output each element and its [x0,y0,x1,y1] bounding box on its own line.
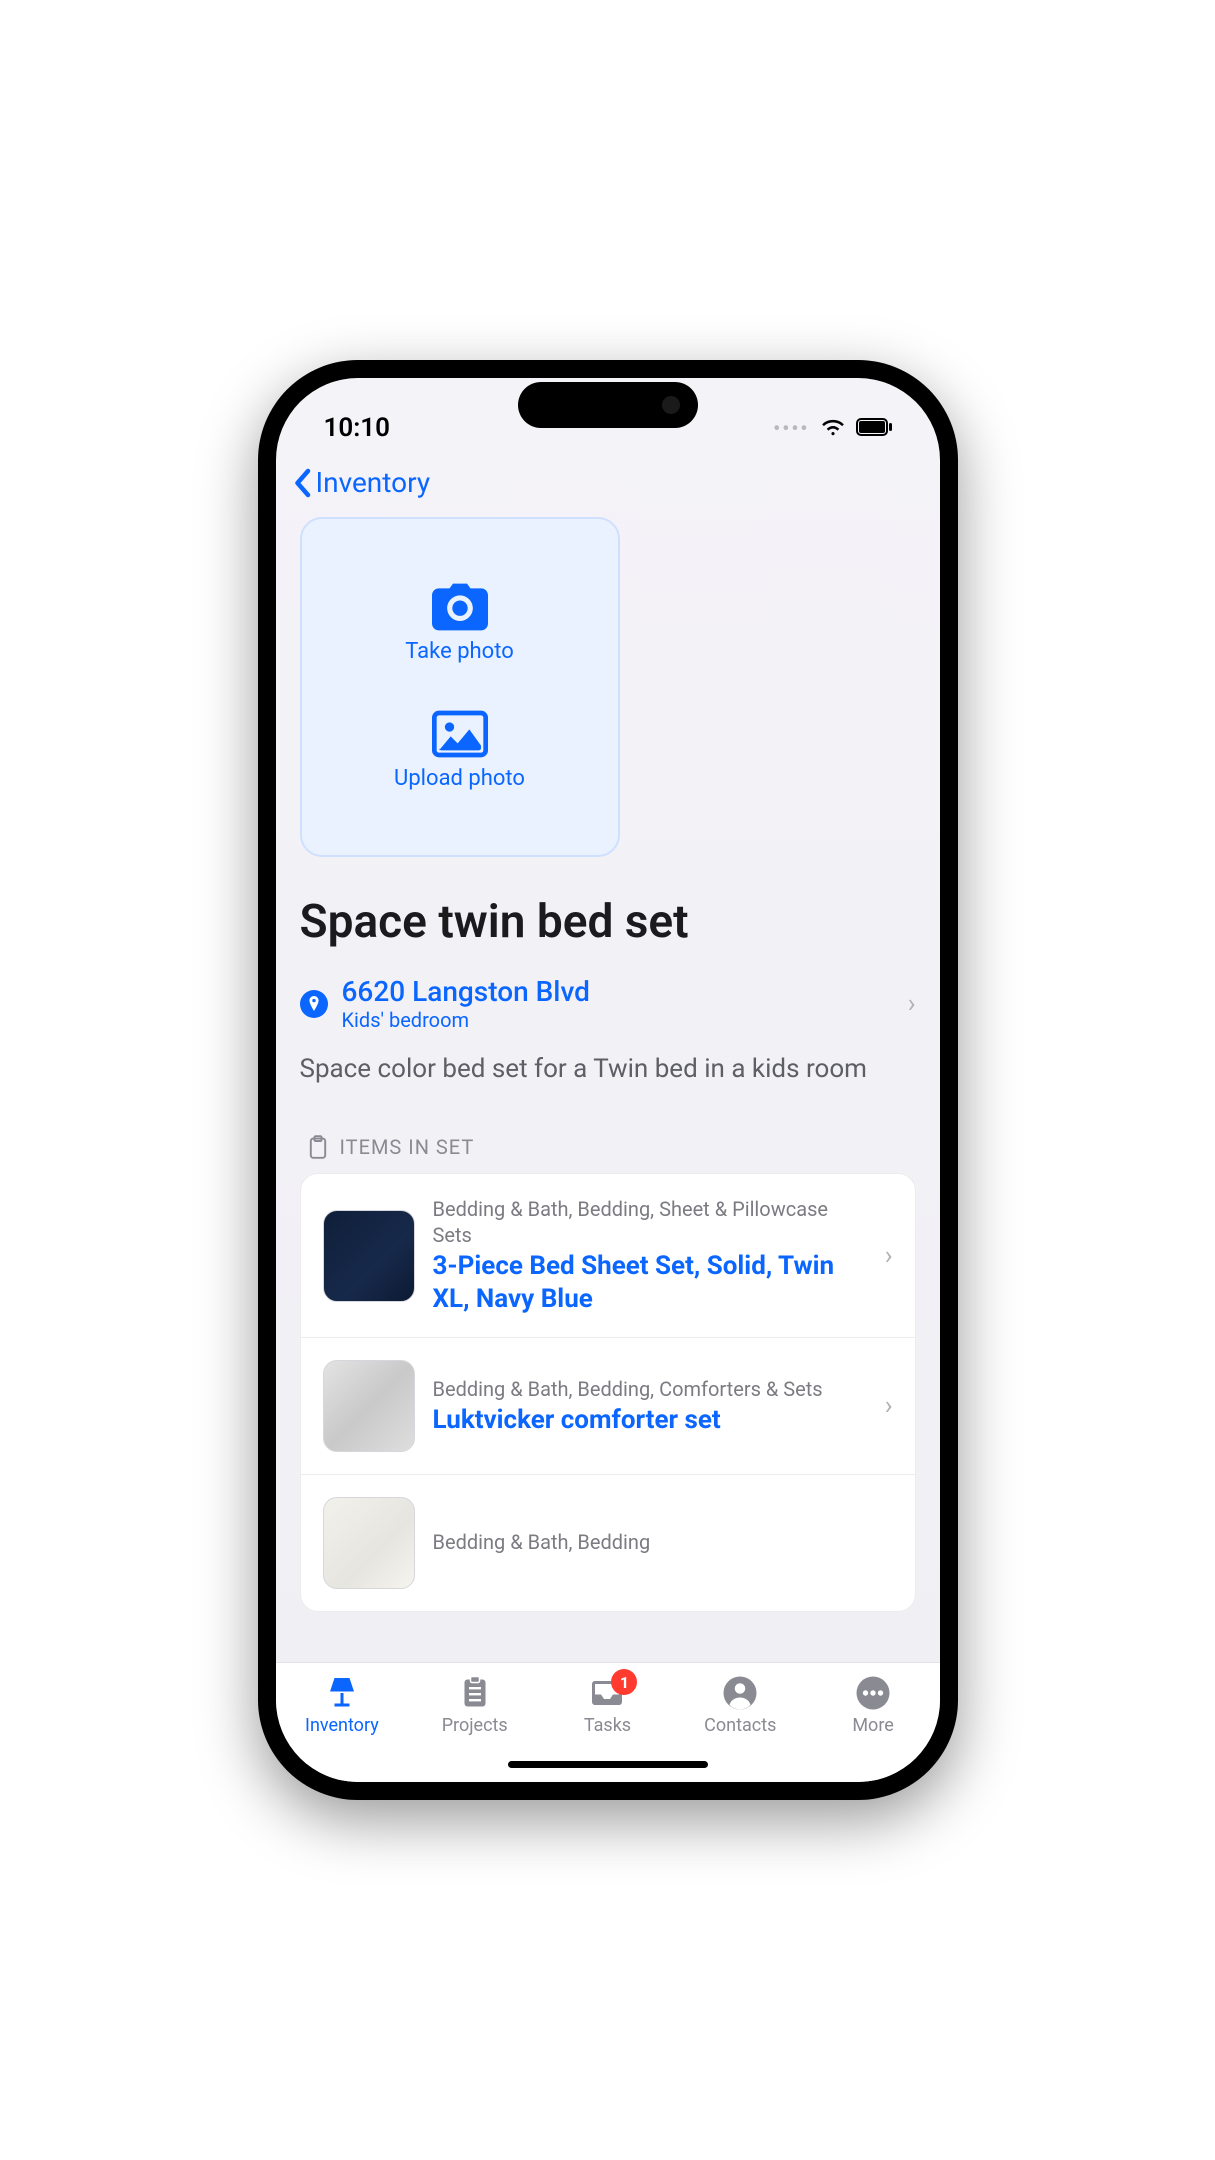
tab-label: Tasks [584,1715,631,1736]
chevron-right-icon: › [885,1391,893,1421]
location-pin-icon [300,990,328,1018]
back-button[interactable]: Inventory [292,466,431,499]
home-indicator[interactable] [508,1761,708,1768]
item-title: Space twin bed set [300,895,916,949]
location-address: 6620 Langston Blvd [342,975,894,1008]
take-photo-button[interactable]: Take photo [405,583,514,664]
chevron-left-icon [292,468,312,498]
items-section-header: ITEMS IN SET [300,1135,916,1159]
list-item[interactable]: Bedding & Bath, Bedding [301,1475,915,1611]
tab-contacts[interactable]: Contacts [690,1675,790,1736]
list-item[interactable]: Bedding & Bath, Bedding, Sheet & Pillowc… [301,1174,915,1338]
location-room: Kids' bedroom [342,1008,894,1032]
photo-card: Take photo Upload photo [300,517,620,857]
status-time: 10:10 [324,413,391,443]
tab-label: More [852,1715,893,1736]
tab-tasks[interactable]: 1 Tasks [557,1675,657,1736]
device-notch [518,382,698,428]
ellipsis-circle-icon [855,1675,891,1711]
tasks-badge: 1 [611,1669,637,1695]
tab-projects[interactable]: Projects [425,1675,525,1736]
item-text: Bedding & Bath, Bedding [433,1529,893,1557]
wifi-icon [820,413,846,443]
clipboard-icon [308,1135,328,1159]
chevron-right-icon: › [885,1241,893,1271]
nav-bar: Inventory [276,458,940,517]
item-name: Luktvicker comforter set [433,1404,867,1437]
lamp-icon [324,1675,360,1711]
screen: 10:10 •••• Inventory [276,378,940,1782]
upload-photo-button[interactable]: Upload photo [394,710,525,791]
location-text: 6620 Langston Blvd Kids' bedroom [342,975,894,1032]
tab-label: Projects [442,1715,508,1736]
clipboard-list-icon [457,1675,493,1711]
item-thumbnail [323,1360,415,1452]
battery-icon [856,413,892,443]
take-photo-label: Take photo [405,639,514,664]
image-icon [432,710,488,758]
tab-more[interactable]: More [823,1675,923,1736]
item-category: Bedding & Bath, Bedding [433,1529,893,1555]
item-name: 3-Piece Bed Sheet Set, Solid, Twin XL, N… [433,1250,867,1315]
camera-icon [432,583,488,631]
upload-photo-label: Upload photo [394,766,525,791]
tab-inventory[interactable]: Inventory [292,1675,392,1736]
chevron-right-icon: › [908,989,916,1019]
location-row[interactable]: 6620 Langston Blvd Kids' bedroom › [300,975,916,1032]
items-header-label: ITEMS IN SET [340,1135,475,1159]
item-category: Bedding & Bath, Bedding, Sheet & Pillowc… [433,1196,867,1248]
cellular-dots-icon: •••• [773,416,809,440]
tab-label: Contacts [704,1715,776,1736]
item-text: Bedding & Bath, Bedding, Comforters & Se… [433,1376,867,1437]
phone-frame: 10:10 •••• Inventory [258,360,958,1800]
item-thumbnail [323,1497,415,1589]
status-right: •••• [773,413,891,443]
items-list: Bedding & Bath, Bedding, Sheet & Pillowc… [300,1173,916,1612]
item-text: Bedding & Bath, Bedding, Sheet & Pillowc… [433,1196,867,1315]
tab-label: Inventory [305,1715,379,1736]
item-category: Bedding & Bath, Bedding, Comforters & Se… [433,1376,867,1402]
person-circle-icon [722,1675,758,1711]
content-area: Take photo Upload photo Space twin bed s… [276,517,940,1662]
back-label: Inventory [316,466,431,499]
item-thumbnail [323,1210,415,1302]
list-item[interactable]: Bedding & Bath, Bedding, Comforters & Se… [301,1338,915,1475]
item-description: Space color bed set for a Twin bed in a … [300,1052,916,1087]
